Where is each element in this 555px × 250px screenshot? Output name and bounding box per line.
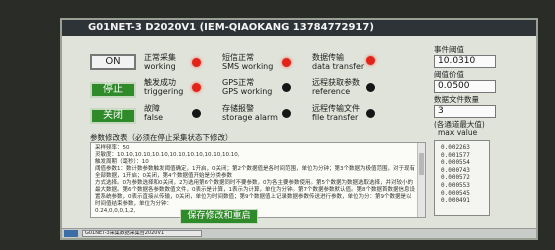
- indicator-sms: 短信正常 SMS working: [222, 53, 273, 71]
- list-item: 0.000491: [441, 197, 470, 205]
- indicator-triggering: 触发成功 triggering: [144, 78, 183, 96]
- indicator-sub: storage alarm: [222, 113, 278, 122]
- indicator-label: 故障: [144, 104, 160, 113]
- indicator-label: 触发成功: [144, 78, 176, 87]
- params-line: 方式选择。0为参数选择和0关闭，2为选用第6个数据同时不要参数，0为各主要参数使…: [95, 180, 416, 207]
- indicator-sub: file transfer: [312, 113, 359, 122]
- indicator-sub: false: [144, 113, 164, 122]
- indicator-fault: 故障 false: [144, 104, 163, 122]
- indicator-label: 正常采集: [144, 53, 176, 62]
- status-led-gps: [282, 83, 291, 92]
- max-value-list[interactable]: 0.002263 0.001577 0.000554 0.000743 0.00…: [434, 140, 490, 216]
- indicator-storage-alarm: 存储报警 storage alarm: [222, 104, 278, 122]
- status-led-fault: [192, 109, 201, 118]
- indicator-data-transfer: 数据传输 data transfer: [312, 53, 364, 71]
- status-led-file-transfer: [366, 109, 375, 118]
- indicator-label: 远程传输文件: [312, 104, 360, 113]
- indicator-file-transfer: 远程传输文件 file transfer: [312, 104, 360, 122]
- indicator-label: 远程获取参数: [312, 78, 360, 87]
- params-scrollbar[interactable]: [417, 143, 425, 217]
- file-count-field[interactable]: 3: [434, 105, 496, 118]
- status-led-triggering: [192, 83, 201, 92]
- status-led-working: [192, 58, 201, 67]
- list-item: 0.000572: [441, 174, 470, 182]
- scrollbar-thumb[interactable]: [419, 153, 424, 175]
- taskbar: G01NET-3采集数据采集台2020V1: [62, 228, 536, 238]
- status-led-data-transfer: [366, 56, 375, 65]
- start-button[interactable]: [64, 230, 78, 237]
- indicator-sub: SMS working: [222, 62, 274, 71]
- status-led-storage-alarm: [282, 109, 291, 118]
- close-button[interactable]: 关闭: [90, 108, 136, 124]
- list-item: 0.000545: [441, 189, 470, 197]
- window-title: G01NET-3 D2020V1 (IEM-QIAOKANG 137847729…: [62, 20, 536, 36]
- params-line: 采样频率：50: [95, 145, 130, 151]
- indicator-working: 正常采集 working: [144, 53, 176, 71]
- params-line: 灵敏度：10.10,10.10,10.10,10.10,10.10,10.10,…: [95, 152, 240, 158]
- status-led-sms: [282, 58, 291, 67]
- event-threshold-label: 事件阈值: [434, 45, 464, 54]
- sigma-label: 阈值价值: [434, 70, 464, 79]
- max-value-sublabel: max value: [438, 128, 478, 137]
- params-textarea[interactable]: 采样频率：50 灵敏度：10.10,10.10,10.10,10.10,10.1…: [90, 142, 426, 218]
- list-item: 0.002263: [441, 144, 470, 151]
- status-led-reference: [366, 83, 375, 92]
- list-item: 0.000553: [441, 181, 470, 189]
- list-item: 0.000743: [441, 166, 470, 174]
- stop-button[interactable]: 停止: [90, 82, 136, 98]
- indicator-gps: GPS正常 GPS working: [222, 78, 272, 96]
- indicator-label: GPS正常: [222, 78, 255, 87]
- indicator-sub: GPS working: [222, 87, 273, 96]
- sigma-field[interactable]: 0.0500: [434, 80, 496, 93]
- file-count-label: 数据文件数量: [434, 95, 479, 104]
- event-threshold-field[interactable]: 10.0310: [434, 55, 496, 68]
- indicator-sub: reference: [312, 87, 351, 96]
- indicator-label: 数据传输: [312, 53, 344, 62]
- params-line: 触发周期（毫秒）：10: [95, 159, 149, 165]
- taskbar-item[interactable]: G01NET-3采集数据采集台2020V1: [82, 230, 202, 237]
- indicator-sub: triggering: [144, 87, 184, 96]
- list-item: 0.001577: [441, 151, 470, 159]
- indicator-label: 短信正常: [222, 53, 254, 62]
- indicator-sub: data transfer: [312, 62, 365, 71]
- save-and-restart-button[interactable]: 保存修改和重启: [180, 209, 258, 224]
- params-line: 阈值参数1：数计数参数触发阈值确定，1开启，0关闭；第2个数据值是各时间范围，单…: [95, 166, 416, 179]
- application-window: G01NET-3 D2020V1 (IEM-QIAOKANG 137847729…: [60, 18, 538, 240]
- indicator-reference: 远程获取参数 reference: [312, 78, 360, 96]
- list-item: 0.000554: [441, 159, 470, 167]
- indicator-sub: working: [144, 62, 176, 71]
- indicator-label: 存储报警: [222, 104, 254, 113]
- on-button[interactable]: ON: [90, 54, 136, 70]
